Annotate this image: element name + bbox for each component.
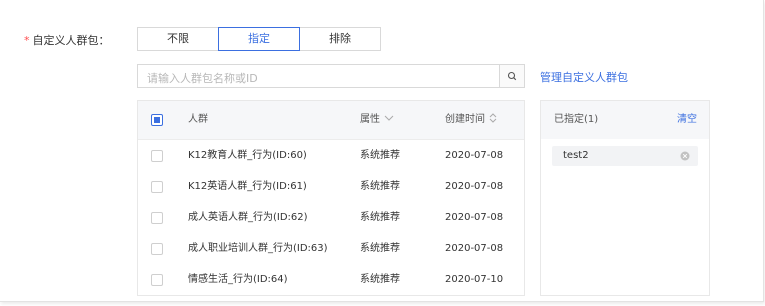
table-row[interactable]: K12英语人群_行为(ID:61) 系统推荐 2020-07-08 [138,171,524,202]
selected-audience-panel: 已指定(1) 清空 test2 [540,100,710,296]
manage-custom-audience-link[interactable]: 管理自定义人群包 [540,69,628,85]
row-attribute: 系统推荐 [360,181,400,192]
mode-option-exclude[interactable]: 排除 [299,27,381,51]
mode-option-specify[interactable]: 指定 [218,27,300,51]
required-mark: * [24,34,30,47]
search-icon [507,71,517,81]
search-button[interactable] [499,65,524,87]
row-attribute: 系统推荐 [360,150,400,161]
row-created: 2020-07-08 [445,150,504,161]
row-name: K12教育人群_行为(ID:60) [188,150,307,161]
header-created-label: 创建时间 [445,114,485,125]
row-checkbox[interactable] [151,150,163,162]
selected-tag-label: test2 [563,150,589,161]
clear-all-link[interactable]: 清空 [677,101,697,139]
table-row[interactable]: 情感生活_行为(ID:64) 系统推荐 2020-07-10 [138,264,524,295]
header-attribute-label: 属性 [360,114,380,125]
header-created[interactable]: 创建时间 [445,101,498,139]
table-row[interactable]: 成人英语人群_行为(ID:62) 系统推荐 2020-07-08 [138,202,524,233]
row-checkbox[interactable] [151,181,163,193]
table-row[interactable]: 成人职业培训人群_行为(ID:63) 系统推荐 2020-07-08 [138,233,524,264]
selected-panel-header: 已指定(1) 清空 [541,101,709,139]
row-attribute: 系统推荐 [360,243,400,254]
custom-audience-label-text: 自定义人群包： [32,34,110,47]
row-created: 2020-07-08 [445,181,504,192]
remove-tag-icon[interactable] [680,151,690,161]
mode-option-unlimited[interactable]: 不限 [137,27,219,51]
selected-tag: test2 [552,146,698,166]
row-checkbox[interactable] [151,243,163,255]
chevron-down-icon [384,115,394,121]
row-created: 2020-07-08 [445,212,504,223]
sort-icon [489,113,497,123]
row-name: 成人职业培训人群_行为(ID:63) [188,243,328,254]
audience-mode-segmented-control: 不限 指定 排除 [137,27,381,51]
audience-table: 人群 属性 创建时间 K12教育人群_行为(ID:60) 系统推荐 2020-0… [137,100,525,296]
search-placeholder: 请输入人群包名称或ID [147,72,258,85]
row-name: K12英语人群_行为(ID:61) [188,181,307,192]
header-attribute[interactable]: 属性 [360,101,395,139]
table-row[interactable]: K12教育人群_行为(ID:60) 系统推荐 2020-07-08 [138,140,524,171]
select-all-checkbox[interactable] [151,114,163,126]
header-name: 人群 [188,114,208,125]
custom-audience-label: * 自定义人群包： [24,32,110,48]
row-attribute: 系统推荐 [360,274,400,285]
row-created: 2020-07-10 [445,274,504,285]
table-header: 人群 属性 创建时间 [138,101,524,140]
audience-search-input[interactable]: 请输入人群包名称或ID [137,64,525,88]
row-attribute: 系统推荐 [360,212,400,223]
selected-count-title: 已指定(1) [554,114,599,125]
row-checkbox[interactable] [151,274,163,286]
row-name: 情感生活_行为(ID:64) [188,274,288,285]
row-checkbox[interactable] [151,212,163,224]
row-name: 成人英语人群_行为(ID:62) [188,212,308,223]
row-created: 2020-07-08 [445,243,504,254]
